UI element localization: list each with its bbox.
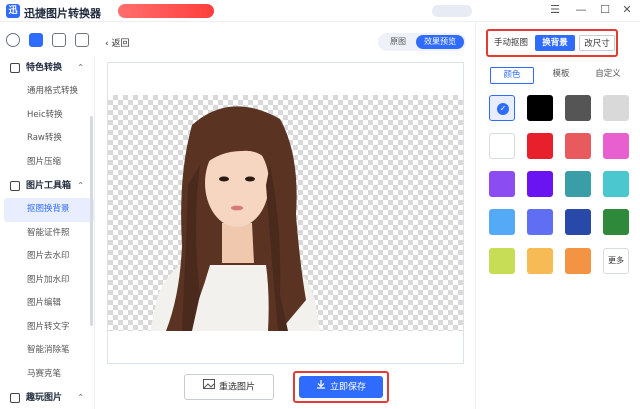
- sidebar-group-fun[interactable]: 趣玩图片 ⌃: [0, 386, 94, 409]
- right-panel: 手动抠图 换背景 改尺寸 颜色 模板 自定义 ✓ 更多: [475, 22, 640, 409]
- app-logo: 迅: [6, 4, 20, 18]
- back-button[interactable]: ‹ 返回: [105, 36, 129, 49]
- color-swatch[interactable]: ✓: [489, 95, 515, 121]
- subtab-template[interactable]: 模板: [544, 67, 578, 84]
- color-swatch[interactable]: [603, 133, 629, 159]
- color-swatch[interactable]: [489, 133, 515, 159]
- more-colors-button[interactable]: 更多: [603, 248, 629, 274]
- view-toggle: 原图 效果预览: [378, 33, 466, 51]
- sidebar-group-special[interactable]: 特色转换 ⌃: [0, 56, 94, 80]
- sidebar-item-idphoto[interactable]: 智能证件照: [0, 222, 94, 246]
- color-swatch[interactable]: [565, 95, 591, 121]
- reselect-image-button[interactable]: 重选图片: [184, 374, 274, 400]
- color-swatch[interactable]: [527, 133, 553, 159]
- sidebar-icon-strip: [0, 30, 95, 52]
- color-swatch[interactable]: [527, 95, 553, 121]
- sidebar-group-label: 特色转换: [26, 63, 63, 73]
- reselect-label: 重选图片: [218, 382, 255, 393]
- chevron-up-icon: ⌃: [77, 63, 84, 72]
- sidebar-item-add-watermark[interactable]: 图片加水印: [0, 269, 94, 293]
- sidebar-item-raw[interactable]: Raw转换: [0, 127, 94, 151]
- sidebar-item-mosaic[interactable]: 马赛克笔: [0, 363, 94, 387]
- sidebar-group-label: 图片工具箱: [26, 181, 72, 191]
- close-icon[interactable]: ✕: [620, 3, 634, 17]
- check-icon: ✓: [497, 103, 509, 115]
- mode-tabs: 手动抠图 换背景 改尺寸: [486, 29, 618, 57]
- color-swatch[interactable]: [565, 209, 591, 235]
- sidebar-scrollbar[interactable]: [90, 116, 93, 326]
- tab-manual-cutout[interactable]: 手动抠图: [491, 35, 531, 51]
- account-badge[interactable]: [432, 5, 472, 17]
- color-swatch[interactable]: [489, 248, 515, 274]
- sidebar-item-compress[interactable]: 图片压缩: [0, 151, 94, 175]
- preview-canvas[interactable]: [107, 62, 464, 364]
- settings-icon[interactable]: [6, 33, 20, 47]
- app-title: 迅捷图片转换器: [24, 7, 101, 20]
- color-swatch[interactable]: [489, 171, 515, 197]
- color-swatch[interactable]: [565, 248, 591, 274]
- chevron-up-icon: ⌃: [77, 393, 84, 402]
- color-swatch[interactable]: [603, 209, 629, 235]
- save-highlight: 立即保存: [293, 371, 389, 403]
- back-label: 返回: [111, 39, 130, 49]
- subtab-custom[interactable]: 自定义: [588, 67, 628, 84]
- subtab-color[interactable]: 颜色: [490, 67, 534, 84]
- color-swatch[interactable]: [603, 171, 629, 197]
- grid-icon[interactable]: [29, 33, 43, 47]
- toolbox-icon: [10, 181, 20, 191]
- main-area: ‹ 返回 原图 效果预览 重选图片 立即保存: [95, 22, 475, 409]
- tab-resize[interactable]: 改尺寸: [579, 35, 615, 51]
- menu-icon[interactable]: ☰: [548, 3, 562, 17]
- sidebar-item-heic[interactable]: Heic转换: [0, 104, 94, 128]
- app-window: 迅 迅捷图片转换器 ☰ — ☐ ✕ 特色转换 ⌃ 通用格式转换 Heic转换 R…: [0, 0, 640, 409]
- sidebar-item-format[interactable]: 通用格式转换: [0, 80, 94, 104]
- sidebar-item-eraser[interactable]: 智能消除笔: [0, 339, 94, 363]
- color-swatch[interactable]: [527, 171, 553, 197]
- sidebar-item-ocr[interactable]: 图片转文字: [0, 316, 94, 340]
- color-swatch[interactable]: [565, 171, 591, 197]
- title-bar: 迅 迅捷图片转换器 ☰ — ☐ ✕: [0, 0, 640, 22]
- sidebar-item-remove-watermark[interactable]: 图片去水印: [0, 245, 94, 269]
- sidebar-item-cutout[interactable]: 抠图换背景: [4, 198, 94, 222]
- sidebar-item-edit[interactable]: 图片编辑: [0, 292, 94, 316]
- tab-replace-background[interactable]: 换背景: [535, 35, 575, 51]
- color-swatch[interactable]: [527, 209, 553, 235]
- portrait-image: [150, 106, 320, 331]
- image-icon: [202, 375, 215, 399]
- image-icon[interactable]: [52, 33, 66, 47]
- color-swatch[interactable]: [603, 95, 629, 121]
- copy-icon[interactable]: [75, 33, 89, 47]
- tab-effect-preview[interactable]: 效果预览: [416, 35, 464, 49]
- tab-original[interactable]: 原图: [382, 35, 414, 49]
- transparent-background: [108, 95, 463, 331]
- fun-icon: [10, 393, 20, 403]
- promo-banner[interactable]: [118, 4, 214, 18]
- sidebar-group-toolbox[interactable]: 图片工具箱 ⌃: [0, 174, 94, 198]
- maximize-icon[interactable]: ☐: [598, 3, 612, 17]
- chevron-up-icon: ⌃: [77, 181, 84, 190]
- color-swatch[interactable]: [565, 133, 591, 159]
- color-swatch[interactable]: [489, 209, 515, 235]
- save-label: 立即保存: [329, 382, 366, 393]
- sidebar: 特色转换 ⌃ 通用格式转换 Heic转换 Raw转换 图片压缩 图片工具箱 ⌃ …: [0, 56, 95, 409]
- minimize-icon[interactable]: —: [574, 3, 588, 17]
- color-swatch[interactable]: [527, 248, 553, 274]
- sidebar-group-label: 趣玩图片: [26, 393, 63, 403]
- convert-icon: [10, 63, 20, 73]
- download-icon: [316, 376, 326, 398]
- save-now-button[interactable]: 立即保存: [299, 376, 383, 398]
